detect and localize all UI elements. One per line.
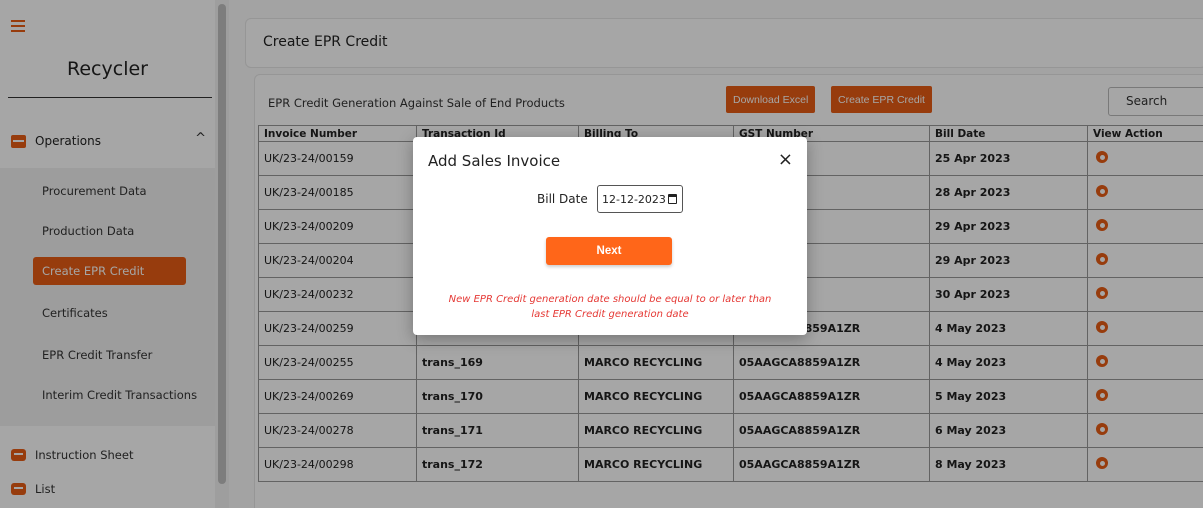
close-icon[interactable]: × <box>778 149 793 170</box>
warning-line-2: last EPR Credit generation date <box>531 309 689 320</box>
calendar-icon[interactable] <box>668 194 677 204</box>
next-button[interactable]: Next <box>546 237 672 265</box>
bill-date-label: Bill Date <box>537 192 588 206</box>
bill-date-value: 12-12-2023 <box>602 193 666 206</box>
modal-title: Add Sales Invoice <box>428 152 561 170</box>
add-sales-invoice-modal: Add Sales Invoice × Bill Date 12-12-2023… <box>413 137 807 335</box>
warning-message: New EPR Credit generation date should be… <box>413 292 807 322</box>
warning-line-1: New EPR Credit generation date should be… <box>448 294 772 305</box>
bill-date-field[interactable]: 12-12-2023 <box>597 185 683 213</box>
